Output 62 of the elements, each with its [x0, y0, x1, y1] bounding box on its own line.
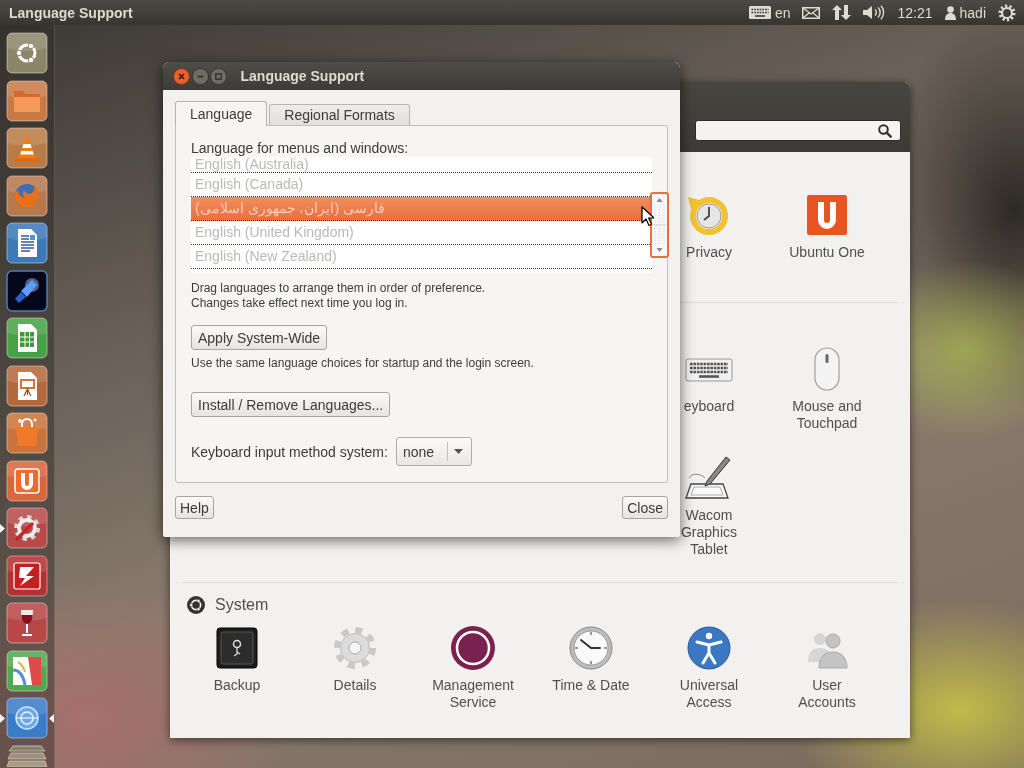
- zigzag-logo-icon[interactable]: [6, 554, 48, 597]
- folder-icon[interactable]: [6, 79, 48, 122]
- settings-item[interactable]: Wacom Graphics Tablet: [680, 454, 738, 558]
- settings-item[interactable]: Ubuntu One: [788, 191, 866, 261]
- settings-item[interactable]: Mouse and Touchpad: [791, 345, 863, 432]
- tab[interactable]: Regional Formats: [269, 104, 410, 125]
- spreadsheet-icon[interactable]: [6, 317, 48, 359]
- panel-title: Language Support: [9, 4, 133, 21]
- map-icon[interactable]: [6, 649, 48, 692]
- gear-icon: [331, 624, 379, 672]
- close-button[interactable]: Close: [622, 496, 668, 519]
- wine-glass-icon[interactable]: [6, 602, 48, 644]
- settings-item[interactable]: User Accounts: [797, 624, 857, 711]
- clock-indicator[interactable]: 12:21: [897, 4, 933, 21]
- close-icon[interactable]: [173, 67, 190, 85]
- settings-item[interactable]: Backup: [213, 624, 261, 694]
- presentation-icon[interactable]: [6, 364, 48, 407]
- circle-logo-icon: [187, 596, 205, 614]
- note-text: Use the same language choices for startup and the login screen.: [191, 356, 534, 371]
- folded-tiles-icon[interactable]: [6, 744, 48, 767]
- gear-wrench-icon[interactable]: [6, 507, 48, 549]
- search-icon: [878, 123, 892, 138]
- shopping-bag-icon[interactable]: [6, 412, 48, 454]
- speaker-icon[interactable]: [863, 5, 886, 20]
- accessibility-icon: [685, 624, 733, 672]
- gear-icon[interactable]: [998, 3, 1016, 22]
- circle-logo-icon[interactable]: [6, 32, 48, 74]
- section-title: System: [215, 596, 269, 614]
- window-title: Language Support: [240, 68, 365, 84]
- overlay-scrollbar[interactable]: [650, 192, 669, 258]
- settings-item[interactable]: eyboard: [683, 345, 735, 415]
- caret-icon: [454, 449, 464, 454]
- hint-text: Changes take effect next time you log in.: [191, 296, 409, 311]
- help-button[interactable]: Help: [175, 496, 214, 519]
- keyboard-layout-indicator[interactable]: en: [748, 4, 791, 21]
- clock-icon: [567, 624, 615, 672]
- install-languages-button[interactable]: Install / Remove Languages...: [191, 392, 391, 417]
- u-logo-icon[interactable]: [6, 459, 48, 502]
- field-label: Keyboard input method system:: [191, 443, 388, 460]
- settings-item[interactable]: Time & Date: [551, 624, 631, 694]
- document-icon[interactable]: [6, 222, 48, 264]
- dropdown[interactable]: none: [395, 437, 473, 466]
- tab[interactable]: Language: [175, 101, 268, 126]
- pen-tablet-icon: [685, 454, 733, 502]
- user-menu[interactable]: hadi: [944, 4, 986, 21]
- safe-icon: [213, 624, 261, 672]
- cone-icon[interactable]: [6, 127, 48, 169]
- settings-item[interactable]: Universal Access: [679, 624, 739, 711]
- list-label: Language for menus and windows:: [191, 140, 409, 157]
- ring-icon: [449, 624, 497, 672]
- person-icon: [944, 5, 956, 20]
- up-down-arrows-icon[interactable]: [832, 4, 852, 21]
- settings-item[interactable]: Privacy: [685, 191, 733, 261]
- glowing-light-icon[interactable]: [6, 269, 48, 312]
- envelope-icon[interactable]: [802, 6, 821, 19]
- keyboard-icon: [748, 6, 771, 19]
- settings-item[interactable]: Details: [331, 624, 379, 694]
- search-field[interactable]: [695, 120, 901, 141]
- hint-text: Drag languages to arrange them in order of preference.: [191, 281, 486, 296]
- globe-icon[interactable]: [6, 174, 48, 217]
- settings-item[interactable]: Management Service: [431, 624, 515, 711]
- apply-button[interactable]: Apply System-Wide: [191, 325, 328, 350]
